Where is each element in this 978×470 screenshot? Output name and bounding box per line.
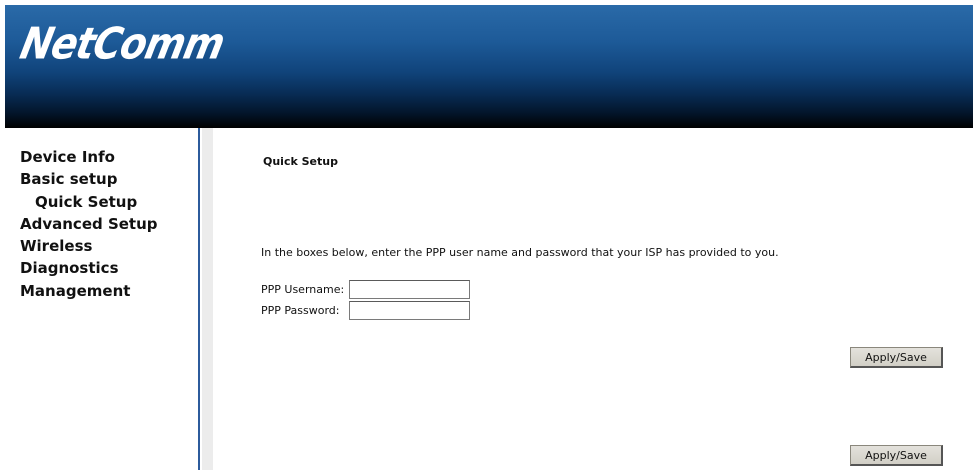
main-content: Quick Setup In the boxes below, enter th… [213, 128, 973, 470]
netcomm-logo: NetComm [16, 18, 229, 69]
ppp-password-input[interactable] [349, 300, 470, 320]
password-label: PPP Password: [261, 303, 340, 317]
password-row: PPP Password: [261, 300, 470, 320]
instruction-text: In the boxes below, enter the PPP user n… [261, 246, 779, 259]
sidebar-nav: Device Info Basic setup Quick Setup Adva… [5, 128, 200, 470]
header-banner: NetComm [5, 5, 973, 128]
apply-save-button[interactable]: Apply/Save [850, 347, 943, 368]
sidebar-divider-strip [202, 128, 213, 470]
username-row: PPP Username: [261, 279, 470, 299]
sidebar-item-wireless[interactable]: Wireless [5, 235, 198, 257]
page-frame: NetComm Device Info Basic setup Quick Se… [5, 5, 973, 470]
page-title: Quick Setup [263, 155, 338, 168]
ppp-username-input[interactable] [349, 279, 470, 299]
apply-save-button-bottom[interactable]: Apply/Save [850, 445, 943, 466]
sidebar-item-diagnostics[interactable]: Diagnostics [5, 257, 198, 279]
sidebar-item-basic-setup[interactable]: Basic setup [5, 168, 198, 190]
sidebar-item-management[interactable]: Management [5, 280, 198, 302]
username-label: PPP Username: [261, 282, 345, 296]
sidebar-item-quick-setup[interactable]: Quick Setup [5, 191, 198, 213]
sidebar-item-advanced-setup[interactable]: Advanced Setup [5, 213, 198, 235]
sidebar-item-device-info[interactable]: Device Info [5, 146, 198, 168]
